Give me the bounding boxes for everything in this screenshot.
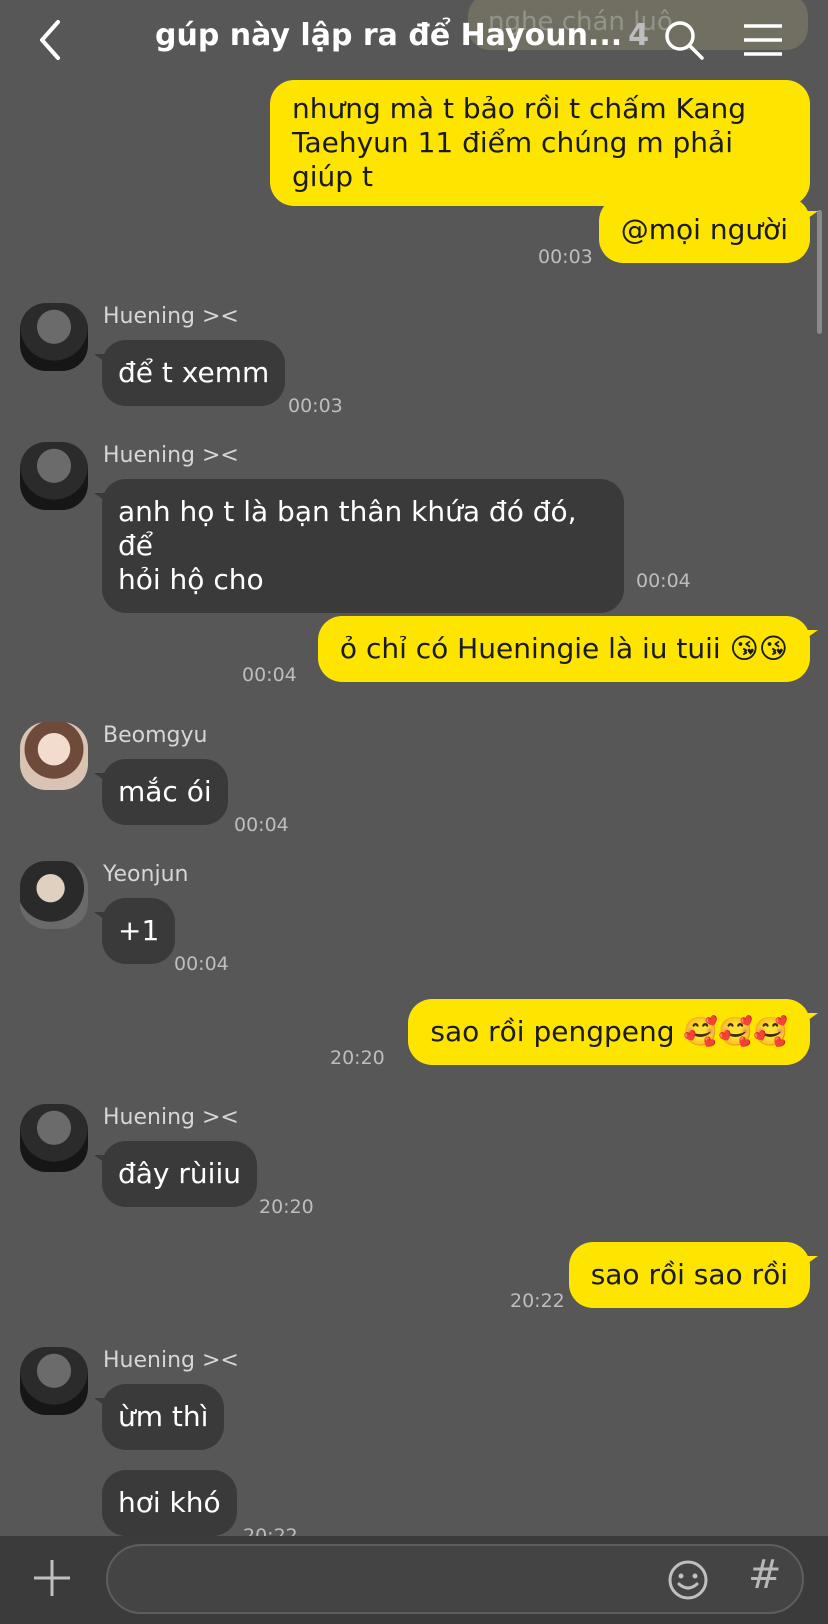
- incoming-message: anh họ t là bạn thân khứa đó đó, để hỏi …: [94, 479, 624, 613]
- message-time: 00:04: [174, 953, 229, 975]
- own-message: nhưng mà t bảo rồi t chấm Kang Taehyun 1…: [270, 80, 810, 206]
- incoming-message: mắc ói: [94, 759, 228, 825]
- own-message: sao rồi sao rồi: [568, 1242, 819, 1308]
- incoming-message: +1: [93, 898, 176, 964]
- chat-title: gúp này lập ra để Hayoun... 4: [155, 18, 649, 53]
- incoming-message: để t xemm: [93, 340, 286, 406]
- emoji-button[interactable]: [666, 1558, 710, 1602]
- incoming-message: hơi khó: [102, 1470, 237, 1536]
- message-text-line: nhưng mà t bảo rồi t chấm Kang: [292, 92, 747, 125]
- incoming-message-bubble[interactable]: để t xemm: [93, 340, 286, 406]
- message-time: 20:22: [510, 1290, 565, 1312]
- message-text-line: anh họ t là bạn thân khứa đó đó, để: [118, 495, 577, 562]
- chevron-left-icon: [40, 20, 60, 60]
- own-message-bubble[interactable]: ỏ chỉ có Hueningie là iu tuii 😘😘: [317, 616, 819, 682]
- avatar[interactable]: [20, 722, 88, 790]
- incoming-message-bubble[interactable]: ừm thì: [93, 1384, 225, 1450]
- own-message: ỏ chỉ có Hueningie là iu tuii 😘😘: [317, 616, 819, 682]
- message-time: 00:04: [234, 814, 289, 836]
- own-message-bubble[interactable]: sao rồi sao rồi: [568, 1242, 819, 1308]
- incoming-message: ừm thì: [93, 1384, 225, 1450]
- message-time: 00:04: [242, 664, 297, 686]
- message-input-bar: #: [0, 1536, 828, 1624]
- back-button[interactable]: [32, 16, 72, 64]
- avatar[interactable]: [20, 303, 88, 371]
- incoming-message-bubble[interactable]: +1: [93, 898, 176, 964]
- scrollbar[interactable]: [817, 210, 822, 334]
- sender-name: Huening ><: [103, 1105, 239, 1130]
- own-message-bubble[interactable]: nhưng mà t bảo rồi t chấm Kang Taehyun 1…: [270, 80, 810, 206]
- sender-name: Yeonjun: [103, 862, 189, 887]
- search-icon: [665, 21, 704, 60]
- avatar[interactable]: [20, 1347, 88, 1415]
- message-time: 20:20: [330, 1047, 385, 1069]
- message-time: 00:03: [288, 395, 343, 417]
- avatar[interactable]: [20, 861, 88, 929]
- own-message-bubble[interactable]: sao rồi pengpeng 🥰🥰🥰: [408, 999, 818, 1065]
- own-message: @mọi người: [598, 197, 819, 263]
- message-text-line: Taehyun 11 điểm chúng m phải giúp t: [292, 126, 733, 193]
- message-time: 00:04: [636, 570, 691, 592]
- chat-header: nghe chán luô gúp này lập ra để Hayoun..…: [0, 0, 828, 80]
- incoming-message-bubble[interactable]: mắc ói: [94, 759, 228, 825]
- avatar[interactable]: [20, 442, 88, 510]
- menu-button[interactable]: [742, 20, 784, 60]
- own-message-bubble[interactable]: @mọi người: [598, 197, 819, 263]
- avatar[interactable]: [20, 1104, 88, 1172]
- search-button[interactable]: [662, 18, 706, 62]
- message-text-line: hỏi hộ cho: [118, 563, 264, 596]
- message-time: 00:03: [538, 246, 593, 268]
- incoming-message-bubble[interactable]: đây rùiiu: [94, 1141, 257, 1207]
- sender-name: Beomgyu: [103, 723, 208, 748]
- hashtag-button[interactable]: #: [748, 1552, 782, 1598]
- smiley-icon: [668, 1560, 708, 1600]
- incoming-message-bubble[interactable]: anh họ t là bạn thân khứa đó đó, để hỏi …: [94, 479, 624, 613]
- chat-title-text: gúp này lập ra để Hayoun...: [155, 18, 623, 53]
- incoming-message: đây rùiiu: [94, 1141, 257, 1207]
- member-count: 4: [628, 18, 649, 53]
- sender-name: Huening ><: [103, 304, 239, 329]
- sender-name: Huening ><: [103, 1348, 239, 1373]
- hamburger-menu-icon: [744, 24, 782, 56]
- attach-button[interactable]: [30, 1556, 74, 1600]
- sender-name: Huening ><: [103, 443, 239, 468]
- plus-icon: [34, 1560, 70, 1596]
- own-message: sao rồi pengpeng 🥰🥰🥰: [408, 999, 818, 1065]
- message-time: 20:20: [259, 1196, 314, 1218]
- incoming-message-bubble[interactable]: hơi khó: [102, 1470, 237, 1536]
